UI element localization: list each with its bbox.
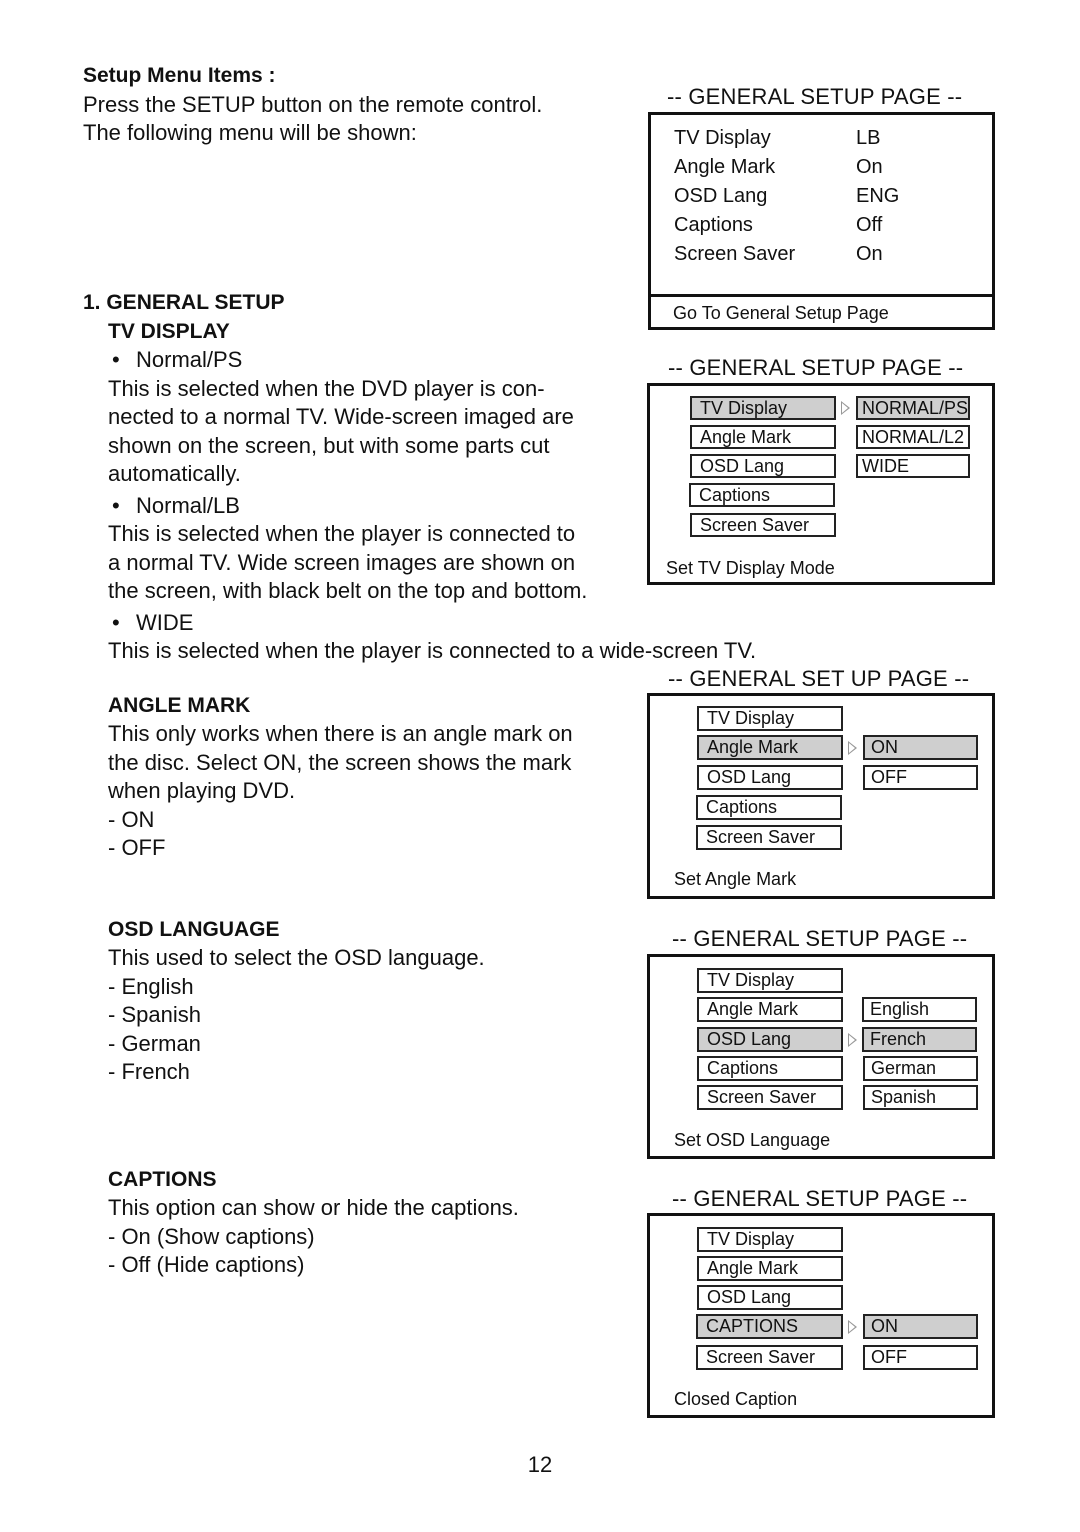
panel-status-text: Set Angle Mark [674,869,797,889]
menu-item-angle-mark[interactable]: Angle Mark [697,1256,843,1281]
panel-title: -- GENERAL SET UP PAGE -- [668,666,970,691]
option-normal-l2[interactable]: NORMAL/L2 [856,425,970,449]
tv-display-panel: TV Display Angle Mark OSD Lang Captions … [647,383,995,585]
menu-item-tv-display[interactable]: TV Display [697,968,843,993]
section-option: - English [108,973,194,999]
menu-item-angle-mark[interactable]: Angle Mark [697,735,843,760]
osd-language-heading: OSD LANGUAGE [108,918,280,941]
menu-item-osd-lang[interactable]: OSD Lang [690,454,836,478]
selection-arrow-icon [841,401,850,415]
section-desc: This option can show or hide the caption… [108,1195,519,1220]
section-desc: This used to select the OSD language. [108,945,485,970]
summary-label: Captions [674,214,753,236]
menu-item-angle-mark[interactable]: Angle Mark [690,425,836,449]
intro-line: Press the SETUP button on the remote con… [83,91,543,117]
summary-value: ENG [856,185,900,207]
intro-section: Setup Menu Items : Press the SETUP butto… [83,62,542,148]
menu-item-osd-lang[interactable]: OSD Lang [697,1285,843,1310]
page-number: 12 [527,1452,553,1477]
summary-label: Screen Saver [674,243,796,265]
menu-item-osd-lang[interactable]: OSD Lang [697,1027,843,1052]
option-normal-ps[interactable]: NORMAL/PS [856,396,970,420]
menu-item-tv-display[interactable]: TV Display [697,1227,843,1252]
panel-status-text: Closed Caption [674,1389,798,1409]
section-option: - Spanish [108,1002,201,1027]
option-wide: • WIDE [112,609,194,635]
panel-status-text: Set TV Display Mode [666,558,835,578]
option-wide[interactable]: WIDE [856,454,970,478]
summary-label: TV Display [674,127,771,149]
section-option: - OFF [108,835,166,860]
menu-item-angle-mark[interactable]: Angle Mark [697,997,843,1022]
option-off[interactable]: OFF [863,1345,978,1370]
section-desc: This only works when there is an angle m… [108,721,573,746]
summary-value: LB [856,127,881,149]
panel-title: -- GENERAL SETUP PAGE -- [667,84,963,109]
panel-title: -- GENERAL SETUP PAGE -- [668,355,964,380]
option-on[interactable]: ON [863,1314,978,1339]
summary-value: On [856,156,883,178]
angle-mark-heading: ANGLE MARK [108,694,251,717]
menu-item-osd-lang[interactable]: OSD Lang [697,765,843,790]
summary-label: OSD Lang [674,185,768,207]
option-on[interactable]: ON [863,735,978,760]
summary-panel: TV Display LB Angle Mark On OSD Lang ENG… [648,112,995,330]
general-setup-heading: 1. GENERAL SETUP [83,291,285,314]
section-option: - German [108,1030,201,1056]
section-option: - On (Show captions) [108,1223,315,1249]
menu-item-captions[interactable]: CAPTIONS [696,1314,843,1339]
menu-item-captions[interactable]: Captions [697,1056,843,1081]
intro-line: The following menu will be shown: [83,120,417,145]
captions-heading: CAPTIONS [108,1168,217,1191]
section-option: - ON [108,806,155,832]
captions-section: CAPTIONS This option can show or hide th… [108,1166,519,1280]
summary-value: On [856,243,883,265]
menu-item-tv-display[interactable]: TV Display [697,706,843,731]
option-normal-ps: • Normal/PS [112,347,243,372]
menu-item-screen-saver[interactable]: Screen Saver [697,1085,843,1110]
menu-item-screen-saver[interactable]: Screen Saver [696,1345,843,1370]
option-spanish[interactable]: Spanish [863,1085,978,1110]
selection-arrow-icon [848,1320,857,1334]
menu-item-captions[interactable]: Captions [689,483,835,507]
captions-panel: TV Display Angle Mark OSD Lang CAPTIONS … [647,1213,995,1418]
intro-heading: Setup Menu Items : [83,64,276,87]
summary-value: Off [856,214,883,236]
angle-mark-panel: TV Display Angle Mark OSD Lang Captions … [647,693,995,899]
menu-item-screen-saver[interactable]: Screen Saver [696,825,842,850]
osd-language-section: OSD LANGUAGE This used to select the OSD… [108,916,485,1087]
osd-lang-panel: TV Display Angle Mark OSD Lang Captions … [647,954,995,1159]
menu-item-tv-display[interactable]: TV Display [690,396,836,420]
option-french[interactable]: French [862,1027,977,1052]
panel-title: -- GENERAL SETUP PAGE -- [672,1186,968,1211]
summary-label: Angle Mark [674,156,776,178]
menu-item-screen-saver[interactable]: Screen Saver [690,513,836,537]
option-english[interactable]: English [862,997,977,1022]
section-option: - Off (Hide captions) [108,1252,305,1277]
option-desc: This is selected when the player is conn… [108,638,757,663]
section-option: - French [108,1059,190,1084]
panel-status-text: Set OSD Language [674,1130,831,1150]
section-desc: when playing DVD. [108,778,296,803]
option-off[interactable]: OFF [863,765,978,790]
selection-arrow-icon [848,1033,857,1047]
summary-footer[interactable]: Go To General Setup Page [651,294,992,328]
option-german[interactable]: German [863,1056,978,1081]
section-desc: the disc. Select ON, the screen shows th… [108,749,572,775]
selection-arrow-icon [848,741,857,755]
panel-title: -- GENERAL SETUP PAGE -- [672,926,968,951]
angle-mark-section: ANGLE MARK This only works when there is… [108,692,573,863]
menu-item-captions[interactable]: Captions [696,795,842,820]
